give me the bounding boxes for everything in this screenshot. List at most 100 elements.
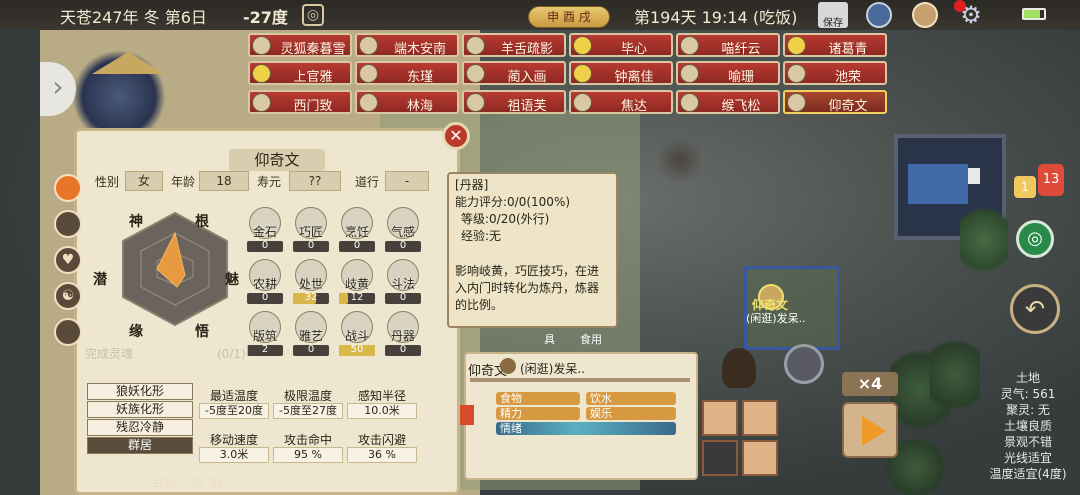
rabbit-icon (466, 64, 485, 83)
npc-name: 仰奇文 (828, 99, 868, 114)
water-label: 饮水 (590, 392, 612, 405)
status-action: (闲逛)发呆.. (520, 362, 585, 376)
land-info-line: 土地 (1015, 371, 1040, 385)
message-count: 1 (1021, 180, 1029, 194)
skill-slot[interactable]: 歧黄 12 (335, 259, 379, 305)
tooltip-description: 影响岐黄，巧匠技巧，在进入内门时转化为炼丹，炼器的比例。 (455, 264, 600, 312)
skill-value: 0 (307, 344, 315, 355)
skill-slot[interactable]: 战斗 50 (335, 311, 379, 357)
action-button-3[interactable] (702, 440, 738, 476)
lifespan-value: ?? (289, 171, 341, 191)
npc-name: 喻珊 (727, 70, 754, 85)
palette-icon[interactable] (912, 2, 938, 28)
trait-tag[interactable]: 狼妖化形 (87, 383, 193, 400)
skill-slot[interactable]: 斗法 0 (381, 259, 425, 305)
yinyang-tab-icon[interactable]: ☯ (54, 282, 82, 310)
stat-header: 极限温度 (283, 389, 332, 403)
npc-card[interactable]: 喵纤云 (676, 33, 780, 57)
skill-slot[interactable]: 烹饪 0 (335, 207, 379, 253)
land-info-line: 土壤良质 (1003, 419, 1052, 433)
land-info-line: 灵气: 561 (1000, 387, 1056, 401)
sword-tab-icon[interactable] (54, 318, 82, 346)
speed-indicator[interactable]: ×4 (842, 372, 898, 396)
npc-card[interactable]: 西门致 (248, 90, 352, 114)
trait-tag[interactable]: 残忍冷静 (87, 419, 193, 436)
skill-slot[interactable]: 金石 0 (243, 207, 287, 253)
battery-level (1024, 10, 1040, 18)
speed-label: ×4 (857, 374, 883, 393)
meditation-statue[interactable] (722, 348, 756, 388)
compass-icon[interactable] (866, 2, 892, 28)
gear-icon[interactable]: ⚙ (958, 2, 984, 28)
npc-card[interactable]: 焦达 (569, 90, 673, 114)
npc-card[interactable]: 仰奇文 (783, 90, 887, 114)
queue-label: 队 列 (192, 476, 223, 491)
skill-name: 斗法 (390, 277, 415, 291)
skill-slot[interactable]: 巧匠 0 (289, 207, 333, 253)
land-info-line: 聚灵: 无 (1006, 403, 1050, 417)
stat-header: 攻击命中 (283, 433, 332, 447)
rabbit-icon (466, 36, 485, 55)
skill-value: 0 (399, 292, 407, 303)
list-tab-icon[interactable] (54, 210, 82, 238)
weather-icon[interactable]: ◎ (302, 4, 324, 26)
target-label: 目标 (152, 476, 179, 491)
season-badge[interactable]: 申 酉 戌 (528, 6, 610, 28)
play-button[interactable] (842, 402, 898, 458)
trait-tag[interactable]: 群居 (87, 437, 193, 454)
skill-value: 0 (399, 344, 407, 355)
trait-tag[interactable]: 妖族化形 (87, 401, 193, 418)
npc-card[interactable]: 羊舌疏影 (462, 33, 566, 57)
cauldron[interactable] (784, 344, 824, 384)
alert-badge[interactable]: 13 (1038, 164, 1064, 196)
spiral-icon[interactable]: ◎ (1016, 220, 1054, 258)
npc-card[interactable]: 钟离佳 (569, 61, 673, 85)
skill-name: 版筑 (252, 329, 277, 343)
npc-name: 上官雅 (293, 70, 333, 85)
skill-slot[interactable]: 农耕 0 (243, 259, 287, 305)
action-button-1[interactable] (702, 400, 738, 436)
npc-card[interactable]: 灵狐秦暮雪 (248, 33, 352, 57)
npc-card[interactable]: 缑飞松 (676, 90, 780, 114)
npc-card[interactable]: 东瑾 (355, 61, 459, 85)
npc-card[interactable]: 池荣 (783, 61, 887, 85)
npc-card[interactable]: 蔺入画 (462, 61, 566, 85)
npc-card[interactable]: 毕心 (569, 33, 673, 57)
tool-label: 具 (544, 333, 555, 346)
npc-card[interactable]: 诸葛青 (783, 33, 887, 57)
npc-card[interactable]: 林海 (355, 90, 459, 114)
npc-card[interactable]: 上官雅 (248, 61, 352, 85)
skill-slot[interactable]: 雅艺 0 (289, 311, 333, 357)
npc-card[interactable]: 端木安南 (355, 33, 459, 57)
profile-tab-icon[interactable] (54, 174, 82, 202)
plus-icon (573, 36, 592, 55)
skill-slot[interactable]: 气感 0 (381, 207, 425, 253)
action-button-4[interactable] (742, 440, 778, 476)
hex-label: 神 (129, 214, 143, 230)
undo-icon[interactable]: ↶ (1010, 284, 1060, 334)
rabbit-icon (680, 64, 699, 83)
hex-label: 潜 (93, 272, 107, 288)
eat-label: 食用 (580, 333, 602, 346)
energy-bar: 精力 (496, 407, 580, 420)
close-icon[interactable]: ✕ (442, 122, 470, 150)
season-label: 申 酉 戌 (547, 10, 591, 24)
npc-card[interactable]: 祖语芙 (462, 90, 566, 114)
skill-slot[interactable]: 版筑 2 (243, 311, 287, 357)
status-tab-marker[interactable] (460, 405, 474, 425)
water-bar: 饮水 (586, 392, 676, 405)
action-button-2[interactable] (742, 400, 778, 436)
skill-slot[interactable]: 丹器 0 (381, 311, 425, 357)
tooltip-title: [丹器] (455, 178, 489, 192)
save-button[interactable]: 保存 (818, 2, 848, 29)
skill-name: 气感 (390, 225, 415, 239)
skill-value: 50 (350, 344, 364, 355)
npc-name: 林海 (406, 99, 433, 114)
rabbit-icon (359, 93, 378, 112)
battery-icon (1022, 8, 1046, 20)
skill-name: 雅艺 (298, 329, 323, 343)
npc-card[interactable]: 喻珊 (676, 61, 780, 85)
heart-tab-icon[interactable]: ♥ (54, 246, 82, 274)
message-badge[interactable]: 1 (1014, 176, 1036, 198)
skill-slot[interactable]: 处世 32 (289, 259, 333, 305)
